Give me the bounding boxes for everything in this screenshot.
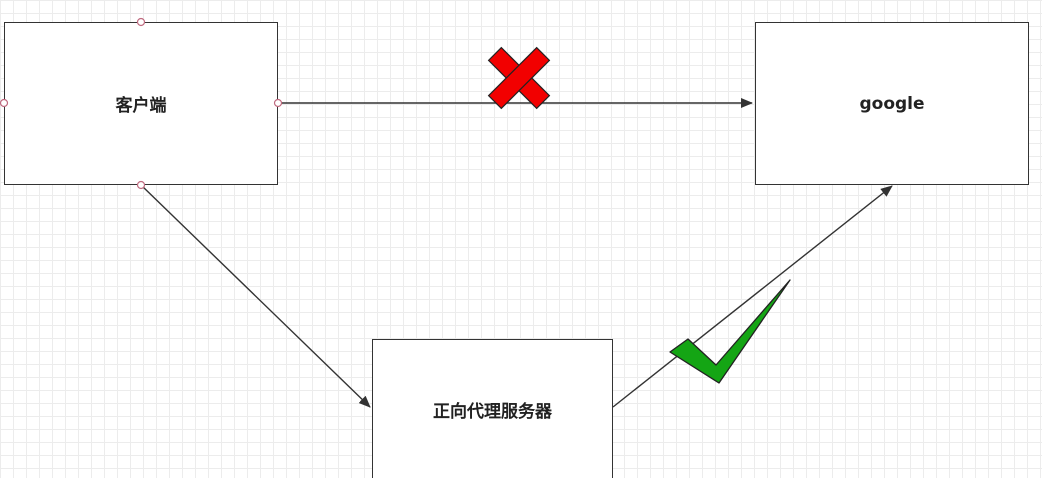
selection-handle-left[interactable] xyxy=(0,98,9,108)
diagram-canvas: 客户端 google 正向代理服务器 xyxy=(0,0,1042,478)
cross-mark-icon xyxy=(487,46,551,110)
check-mark-icon xyxy=(669,279,791,384)
marks-layer xyxy=(0,17,791,384)
selection-handle-top[interactable] xyxy=(136,17,146,27)
selection-handle-bottom[interactable] xyxy=(136,180,146,190)
selection-handle-right[interactable] xyxy=(273,98,283,108)
